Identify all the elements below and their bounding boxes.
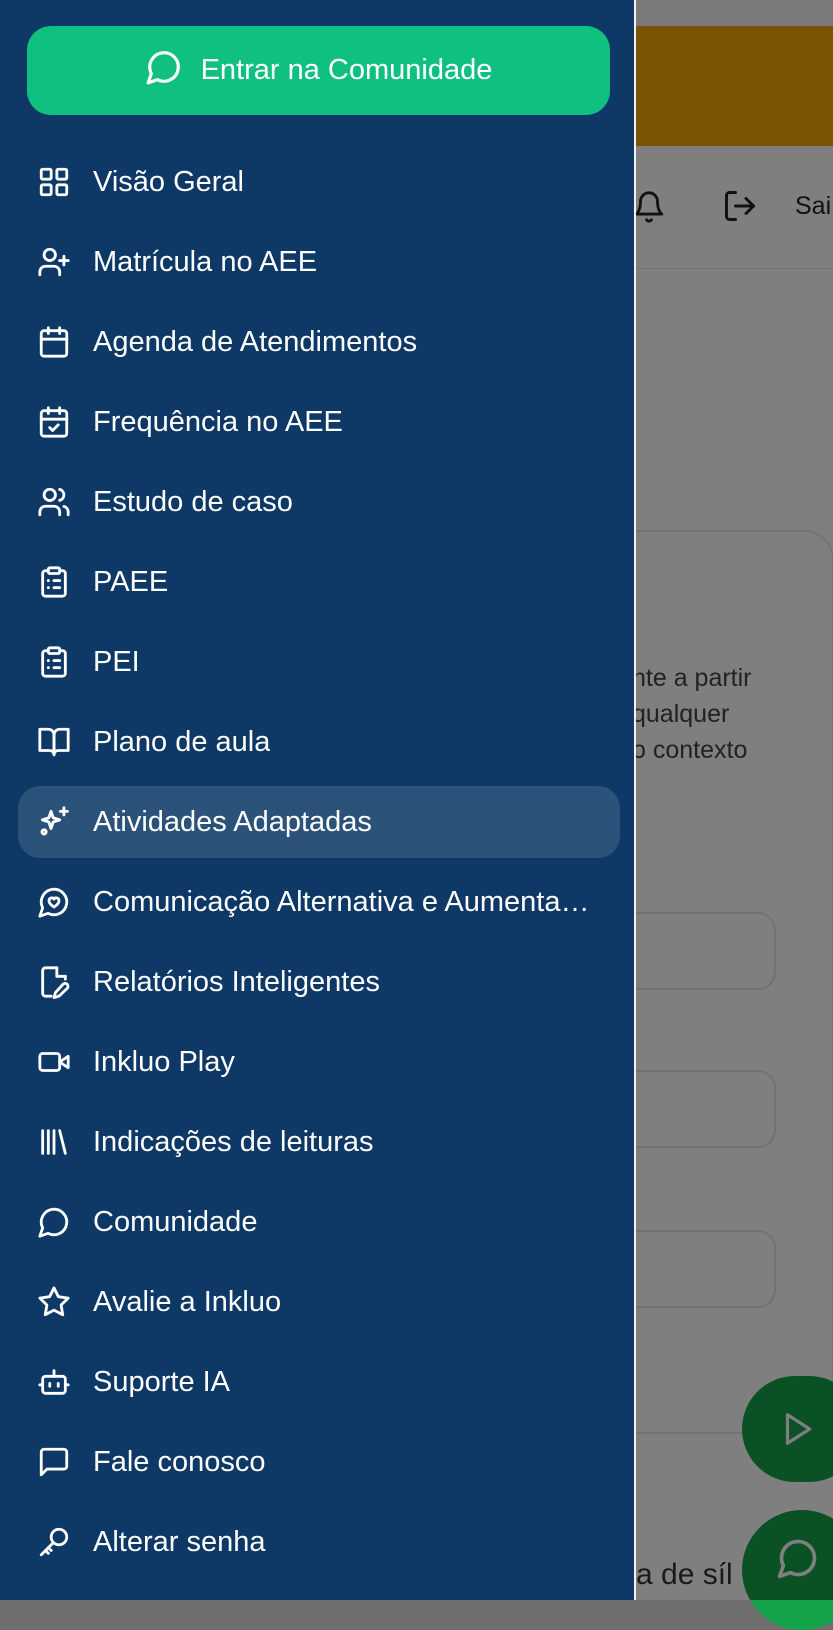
menu-item-label: Inkluo Play [93, 1045, 235, 1078]
menu-item-label: Visão Geral [93, 165, 244, 198]
menu-item-alterar-senha[interactable]: Alterar senha [18, 1506, 620, 1578]
menu-item-inkluo-play[interactable]: Inkluo Play [18, 1026, 620, 1098]
menu-item-label: Alterar senha [93, 1525, 266, 1558]
menu-item-plano-de-aula[interactable]: Plano de aula [18, 706, 620, 778]
menu-item-label: Atividades Adaptadas [93, 805, 372, 838]
users-icon [36, 484, 72, 520]
menu-item-label: Matrícula no AEE [93, 245, 318, 278]
menu-item-visao-geral[interactable]: Visão Geral [18, 146, 620, 218]
sparkles-icon [36, 804, 72, 840]
menu-item-label: Relatórios Inteligentes [93, 965, 380, 998]
menu-item-comunidade[interactable]: Comunidade [18, 1186, 620, 1258]
message-circle-icon [36, 1204, 72, 1240]
join-community-label: Entrar na Comunidade [200, 54, 493, 86]
library-icon [36, 1124, 72, 1160]
clipboard-list-icon [36, 644, 72, 680]
star-icon [36, 1284, 72, 1320]
menu-item-label: Suporte IA [93, 1365, 231, 1398]
video-icon [36, 1044, 72, 1080]
key-icon [36, 1524, 72, 1560]
menu-item-suporte-ia[interactable]: Suporte IA [18, 1346, 620, 1418]
calendar-check-icon [36, 404, 72, 440]
menu-item-label: Frequência no AEE [93, 405, 343, 438]
join-community-button[interactable]: Entrar na Comunidade [27, 26, 610, 115]
menu-item-pei[interactable]: PEI [18, 626, 620, 698]
navigation-drawer: Entrar na Comunidade Visão Geral Matrícu… [0, 0, 636, 1600]
book-open-icon [36, 724, 72, 760]
message-square-icon [36, 1444, 72, 1480]
menu-item-fale-conosco[interactable]: Fale conosco [18, 1426, 620, 1498]
menu-item-label: Avalie a Inkluo [93, 1285, 282, 1318]
menu-item-agenda[interactable]: Agenda de Atendimentos [18, 306, 620, 378]
clipboard-list-icon [36, 564, 72, 600]
grid-icon [36, 164, 72, 200]
menu-item-relatorios-inteligentes[interactable]: Relatórios Inteligentes [18, 946, 620, 1018]
menu-item-estudo-de-caso[interactable]: Estudo de caso [18, 466, 620, 538]
message-heart-icon [36, 884, 72, 920]
menu-item-indicacoes-leituras[interactable]: Indicações de leituras [18, 1106, 620, 1178]
file-edit-icon [36, 964, 72, 1000]
menu-item-label: Indicações de leituras [93, 1125, 374, 1158]
calendar-icon [36, 324, 72, 360]
menu-item-paee[interactable]: PAEE [18, 546, 620, 618]
menu-item-label: PAEE [93, 565, 169, 598]
menu-item-label: Plano de aula [93, 725, 271, 758]
menu-item-label: Estudo de caso [93, 485, 293, 518]
menu-item-label: PEI [93, 645, 140, 678]
menu-item-label: Fale conosco [93, 1445, 266, 1478]
message-circle-icon [145, 48, 183, 94]
drawer-menu: Visão Geral Matrícula no AEE Agenda de A… [18, 146, 620, 1586]
bot-icon [36, 1364, 72, 1400]
user-plus-icon [36, 244, 72, 280]
menu-item-label: Agenda de Atendimentos [93, 325, 418, 358]
menu-item-label: Comunidade [93, 1205, 258, 1238]
menu-item-comunicacao-alternativa[interactable]: Comunicação Alternativa e Aumentativa [18, 866, 620, 938]
menu-item-avalie[interactable]: Avalie a Inkluo [18, 1266, 620, 1338]
menu-item-atividades-adaptadas[interactable]: Atividades Adaptadas [18, 786, 620, 858]
menu-item-frequencia[interactable]: Frequência no AEE [18, 386, 620, 458]
menu-item-matricula[interactable]: Matrícula no AEE [18, 226, 620, 298]
menu-item-label: Comunicação Alternativa e Aumentativa [93, 885, 593, 918]
